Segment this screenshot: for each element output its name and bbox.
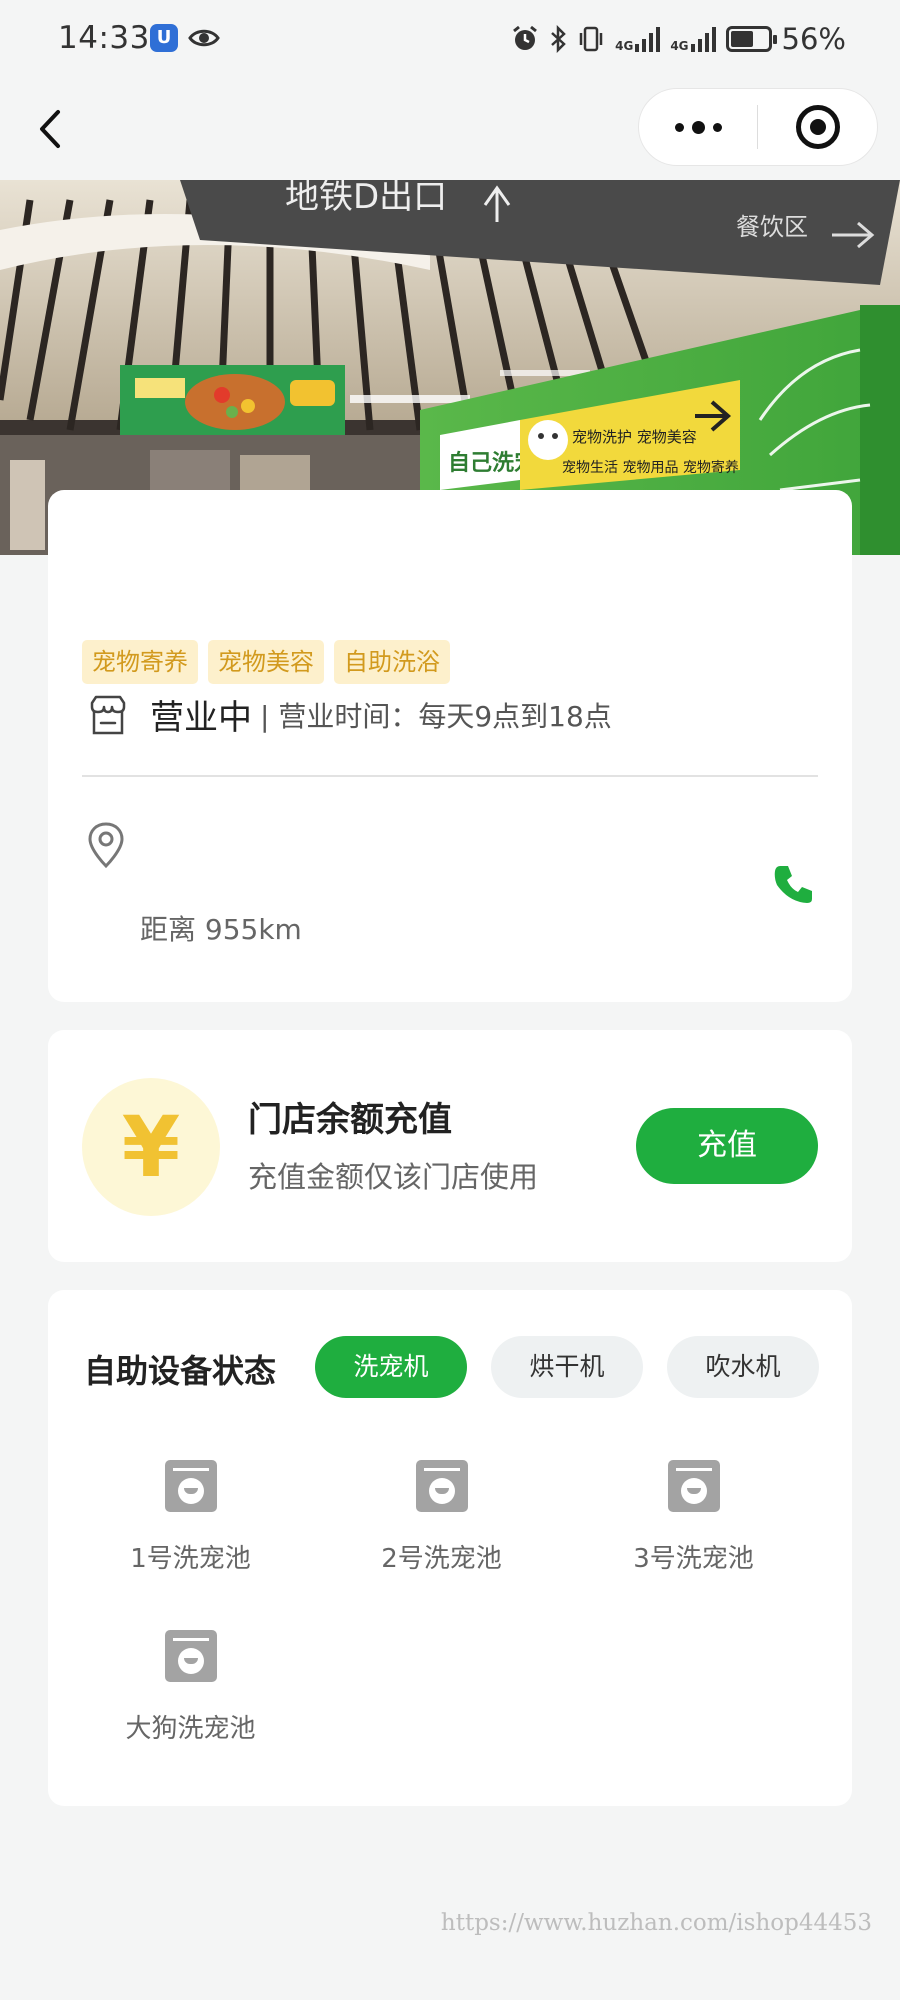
battery-percent: 56%: [781, 22, 846, 56]
tag-self-bath: 自助洗浴: [334, 640, 450, 684]
hero-sign-right: 餐饮区: [736, 213, 808, 241]
tab-blower[interactable]: 吹水机: [667, 1336, 819, 1398]
signal-icon-2: 4G: [670, 26, 716, 52]
distance-text: 距离 955km: [140, 913, 302, 946]
washing-machine-icon: [164, 1630, 217, 1682]
yen-icon: ¥: [82, 1078, 220, 1216]
service-tags: 宠物寄养 宠物美容 自助洗浴: [82, 640, 450, 684]
recharge-card: ¥ 门店余额充值 充值金额仅该门店使用 充值: [48, 1030, 852, 1262]
recharge-title: 门店余额充值: [248, 1100, 452, 1140]
recharge-subtitle: 充值金额仅该门店使用: [248, 1160, 539, 1194]
device-item[interactable]: 1号洗宠池: [65, 1460, 316, 1575]
shield-badge-icon: U: [150, 24, 178, 52]
store-info-card: 宠物寄养 宠物美容 自助洗浴 营业中 | 营业时间：每天9点到18点 距离 95…: [48, 490, 852, 1002]
open-status: 营业中: [150, 698, 252, 738]
shop-icon: [90, 695, 126, 734]
device-item[interactable]: 2号洗宠池: [316, 1460, 567, 1575]
status-time: 14:33: [58, 20, 150, 56]
chevron-left-icon[interactable]: [30, 104, 74, 154]
washing-machine-icon: [164, 1460, 217, 1512]
device-label: 大狗洗宠池: [125, 1714, 256, 1744]
tag-boarding: 宠物寄养: [82, 640, 198, 684]
location-pin-icon[interactable]: [86, 820, 126, 870]
close-miniprogram-button[interactable]: [758, 89, 877, 165]
capsule-menu: [638, 88, 878, 166]
hero-sign-text: 地铁D出口: [285, 180, 447, 217]
hero-banner-line2: 宠物生活 宠物用品 宠物寄养: [562, 459, 739, 476]
washing-machine-icon: [667, 1460, 720, 1512]
divider: [82, 775, 818, 777]
more-dots-icon[interactable]: [639, 89, 757, 165]
device-item[interactable]: 大狗洗宠池: [65, 1630, 316, 1745]
nav-bar: [0, 78, 900, 180]
watermark: https://www.huzhan.com/ishop44453: [440, 1910, 872, 1936]
battery-icon: [725, 26, 777, 52]
washing-machine-icon: [415, 1460, 468, 1512]
business-status-row: 营业中 | 营业时间：每天9点到18点: [86, 690, 612, 739]
bluetooth-icon: [551, 25, 566, 53]
hero-banner-line1: 宠物洗护 宠物美容: [572, 428, 697, 446]
device-status-title: 自助设备状态: [84, 1352, 277, 1390]
eye-icon: [188, 29, 220, 47]
tag-grooming: 宠物美容: [208, 640, 324, 684]
business-hours: | 营业时间：每天9点到18点: [260, 699, 612, 733]
device-status-card: 自助设备状态 洗宠机 烘干机 吹水机 1号洗宠池 2号洗宠池 3号洗宠池 大狗洗…: [48, 1290, 852, 1806]
phone-icon[interactable]: [770, 860, 818, 908]
device-label: 2号洗宠池: [381, 1544, 502, 1574]
tab-washer[interactable]: 洗宠机: [315, 1336, 467, 1398]
status-bar: 14:33 U 4G 4G 56%: [0, 0, 900, 78]
vibrate-icon: [579, 26, 603, 52]
device-label: 1号洗宠池: [130, 1544, 251, 1574]
device-item[interactable]: 3号洗宠池: [568, 1460, 819, 1575]
recharge-button[interactable]: 充值: [636, 1108, 818, 1184]
signal-icon: 4G: [615, 26, 661, 52]
alarm-icon: [513, 25, 538, 50]
tab-dryer[interactable]: 烘干机: [491, 1336, 643, 1398]
target-icon: [795, 105, 840, 149]
device-type-tabs: 洗宠机 烘干机 吹水机: [315, 1336, 819, 1398]
device-label: 3号洗宠池: [633, 1544, 754, 1574]
